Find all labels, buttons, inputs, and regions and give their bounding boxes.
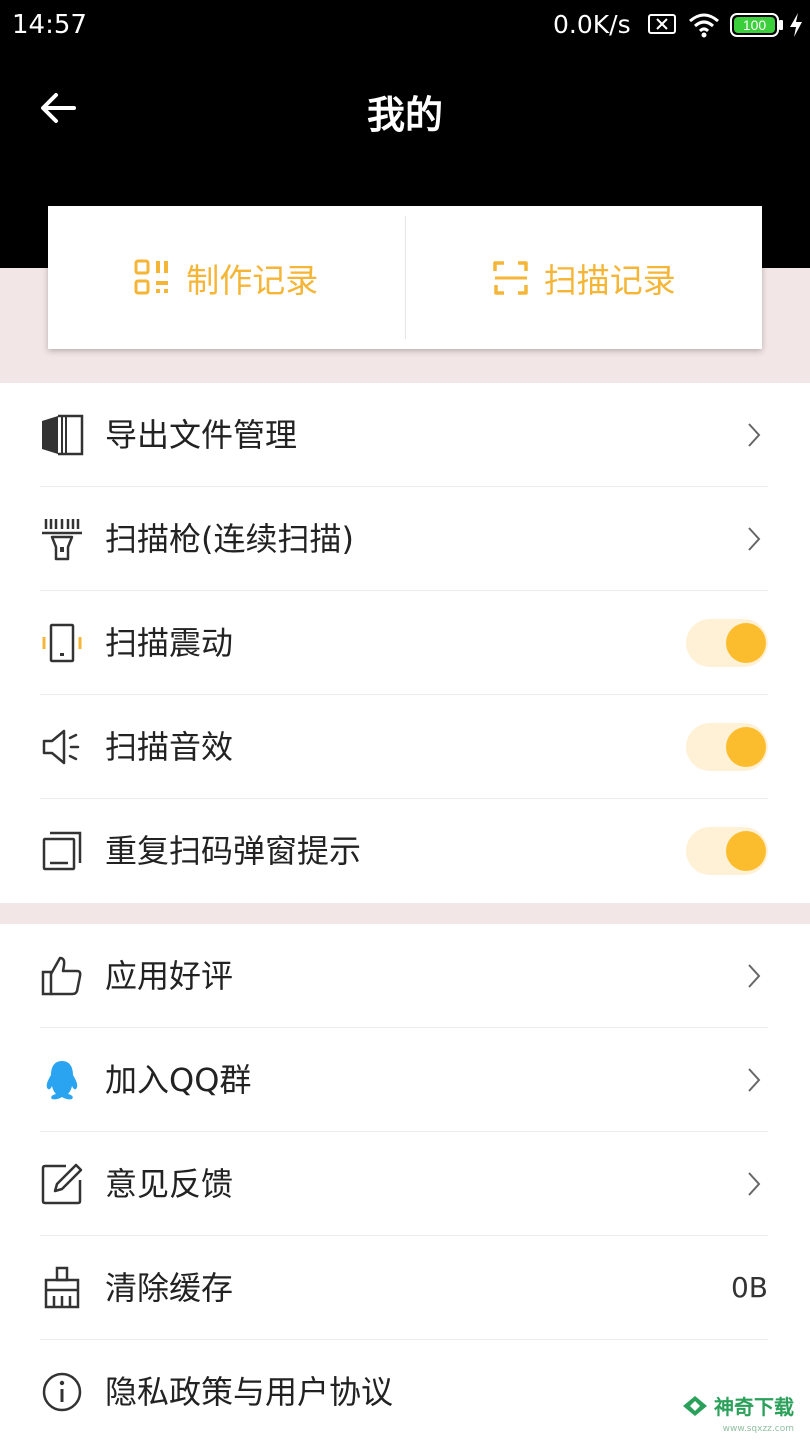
- status-time: 14:57: [12, 10, 87, 40]
- chevron-right-icon: [748, 1068, 761, 1092]
- speaker-icon: [42, 729, 80, 765]
- thumbs-up-icon: [41, 956, 82, 996]
- setting-label: 扫描震动: [105, 624, 234, 662]
- scan-records-label: 扫描记录: [543, 260, 676, 300]
- setting-label: 扫描音效: [105, 728, 234, 766]
- broom-icon: [44, 1266, 80, 1309]
- sim-x-icon: [648, 14, 676, 34]
- setting-label: 导出文件管理: [105, 416, 298, 454]
- chevron-right-icon: [748, 423, 761, 447]
- barcode-scanner-icon: [42, 519, 82, 561]
- duplicate-popup-toggle[interactable]: [686, 827, 768, 875]
- settings-list: 导出文件管理 扫描枪(连续扫描) 扫描震动 扫描音效 重复扫码弹窗提示: [0, 383, 810, 903]
- status-bar: 14:57 0.0K/s 100: [0, 0, 810, 50]
- watermark-text: 神奇下载: [714, 1395, 794, 1419]
- section-gap: [0, 903, 810, 924]
- setting-scan-sound: 扫描音效: [0, 695, 810, 799]
- setting-duplicate-popup: 重复扫码弹窗提示: [0, 799, 810, 903]
- vibration-toggle[interactable]: [686, 619, 768, 667]
- battery-level: 100: [743, 17, 767, 33]
- edit-icon: [41, 1163, 83, 1205]
- toggle-knob: [726, 727, 766, 767]
- chevron-right-icon: [748, 527, 761, 551]
- item-rate-app[interactable]: 应用好评: [0, 924, 810, 1028]
- toggle-knob: [726, 623, 766, 663]
- item-label: 隐私政策与用户协议: [105, 1373, 394, 1411]
- vibrate-icon: [42, 623, 82, 663]
- scan-records-button[interactable]: 扫描记录: [406, 206, 763, 349]
- wifi-icon: [689, 13, 719, 38]
- scan-frame-icon: [493, 260, 528, 295]
- chevron-right-icon: [748, 1172, 761, 1196]
- item-feedback[interactable]: 意见反馈: [0, 1132, 810, 1236]
- network-speed: 0.0K/s: [553, 10, 631, 39]
- setting-label: 扫描枪(连续扫描): [105, 520, 354, 558]
- others-list: 应用好评 加入QQ群 意见反馈 清除缓存 0B 隐私政策与用户协议: [0, 924, 810, 1444]
- item-label: 应用好评: [105, 957, 234, 995]
- item-label: 意见反馈: [105, 1165, 234, 1203]
- charging-icon: [790, 13, 802, 37]
- info-icon: [42, 1372, 82, 1412]
- qr-code-icon: [134, 259, 169, 294]
- make-records-button[interactable]: 制作记录: [48, 206, 405, 349]
- item-label: 加入QQ群: [105, 1061, 252, 1099]
- setting-scanner-gun[interactable]: 扫描枪(连续扫描): [0, 487, 810, 591]
- copy-icon: [42, 831, 82, 871]
- make-records-label: 制作记录: [186, 260, 319, 300]
- toggle-knob: [726, 831, 766, 871]
- setting-scan-vibration: 扫描震动: [0, 591, 810, 695]
- records-card: 制作记录 扫描记录: [48, 206, 762, 349]
- watermark-logo-icon: [683, 1395, 707, 1416]
- battery-icon: 100: [730, 13, 783, 37]
- setting-label: 重复扫码弹窗提示: [105, 832, 362, 870]
- item-clear-cache[interactable]: 清除缓存 0B: [0, 1236, 810, 1340]
- item-join-qq[interactable]: 加入QQ群: [0, 1028, 810, 1132]
- book-icon: [42, 414, 84, 456]
- cache-size-value: 0B: [730, 1271, 768, 1304]
- qq-penguin-icon: [46, 1061, 78, 1100]
- page-title: 我的: [366, 93, 443, 137]
- sound-toggle[interactable]: [686, 723, 768, 771]
- item-label: 清除缓存: [105, 1269, 234, 1307]
- watermark-url: www.sqxzz.com: [722, 1424, 794, 1434]
- chevron-right-icon: [748, 964, 761, 988]
- watermark: 神奇下载: [682, 1391, 794, 1420]
- setting-export-files[interactable]: 导出文件管理: [0, 383, 810, 487]
